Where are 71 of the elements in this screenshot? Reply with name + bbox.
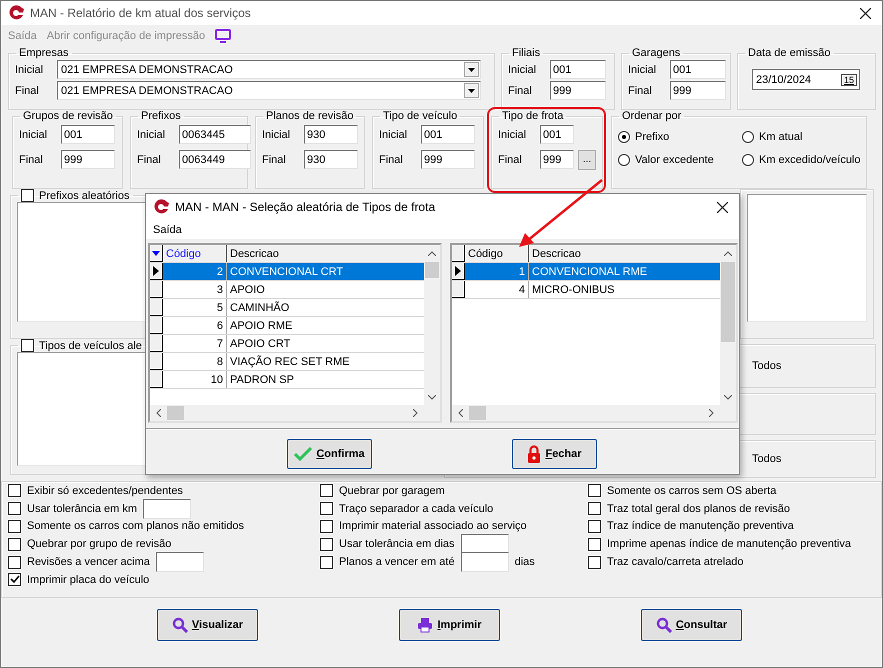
field-label: Inicial (137, 128, 166, 140)
table-cell: CONVENCIONAL CRT (227, 263, 424, 280)
checkbox-label: Imprimir placa do veículo (27, 574, 150, 586)
table-cell-text: PADRON SP (229, 372, 295, 388)
field-label: Final (15, 84, 40, 96)
checkbox-label: Traço separador a cada veículo (339, 502, 494, 515)
field-label: Inicial (628, 64, 658, 76)
table-cell-text: APOIO RME (229, 318, 294, 334)
table-cell-text: CAMINHÃO (229, 300, 290, 316)
checkbox-label: Revisões a vencer acima (27, 556, 150, 568)
field-label: Final (262, 154, 287, 166)
checkbox-label: Imprime apenas índice de manutenção preventiva (607, 538, 851, 550)
field-label: Final (19, 154, 44, 166)
field-label: Final (379, 154, 404, 166)
group-title: Prefixos (140, 110, 182, 122)
table-cell: 3 (163, 281, 227, 298)
radio-label: Todos (752, 453, 782, 465)
checkbox-label: Traz cavalo/carreta atrelado (607, 556, 744, 568)
group-title: Tipo de frota (501, 110, 564, 122)
table-cell: 7 (163, 335, 227, 352)
table-cell: 8 (163, 353, 227, 370)
checkbox-label: Traz índice de manutenção preventiva (607, 520, 794, 532)
checkbox-label: Traz total geral dos planos de revisão (607, 502, 790, 515)
field-label: Inicial (15, 64, 44, 76)
table-cell: 2 (163, 263, 227, 280)
table-cell: 1 (465, 263, 529, 280)
field-label: Inicial (379, 128, 408, 140)
field-label: Inicial (262, 128, 292, 140)
group-title: Grupos de revisão (22, 110, 114, 122)
dialog-title: MAN - MAN - Seleção aleatória de Tipos de frota (175, 200, 436, 214)
table-cell-text: APOIO CRT (229, 336, 292, 352)
group-title: Empresas (18, 47, 70, 59)
table-cell: 4 (465, 281, 529, 298)
radio-label: Km atual (759, 131, 802, 143)
checkbox-label: Imprimir material associado ao serviço (339, 520, 527, 532)
radio-label: Prefixo (635, 131, 670, 143)
field-label: Inicial (19, 128, 48, 140)
field-label: Final (137, 154, 162, 166)
field-label: Inicial (508, 64, 538, 76)
checkbox-label: Prefixos aleatórios (39, 190, 130, 202)
checkbox-label: Quebrar por garagem (339, 484, 445, 497)
table-cell: 6 (163, 317, 227, 334)
group-title: Filiais (511, 47, 542, 59)
field-label: Final (628, 84, 653, 96)
group-title: Planos de revisão (265, 110, 354, 122)
radio-label: Km excedido/veículo (759, 154, 860, 166)
checkbox-label: Somente os carros com planos não emitidos (27, 520, 244, 532)
field-label: Inicial (498, 128, 528, 140)
checkbox-label: Planos a vencer em até (339, 556, 455, 568)
field-label: Final (498, 154, 523, 166)
group-title: Data de emissão (747, 47, 832, 59)
group-title: Ordenar por (621, 110, 682, 122)
radio-label: Todos (752, 360, 782, 372)
table-cell-text: MICRO-ONIBUS (531, 282, 616, 298)
checkbox-label: Usar tolerância em dias (339, 538, 455, 550)
table-cell-text: APOIO (229, 282, 266, 298)
checkbox-label: Tipos de veículos ale (39, 340, 142, 352)
window-title: MAN - Relatório de km atual dos serviços (30, 6, 251, 20)
radio-label: Valor excedente (635, 154, 714, 166)
table-cell: 5 (163, 299, 227, 316)
table-cell-text: VIAÇÃO REC SET RME (229, 354, 351, 370)
checkbox-label: Quebrar por grupo de revisão (27, 538, 172, 550)
group-title: Garagens (631, 47, 682, 59)
group-title: Tipo de veículo (382, 110, 458, 122)
checkbox-label: Exibir só excedentes/pendentes (27, 484, 183, 497)
unit-label: dias (514, 556, 535, 568)
field-label: Final (508, 84, 533, 96)
table-cell: CONVENCIONAL RME (529, 263, 720, 280)
checkbox-label: Somente os carros sem OS aberta (607, 484, 776, 497)
table-cell: 10 (163, 371, 227, 388)
checkbox-label: Usar tolerância em km (27, 502, 138, 515)
